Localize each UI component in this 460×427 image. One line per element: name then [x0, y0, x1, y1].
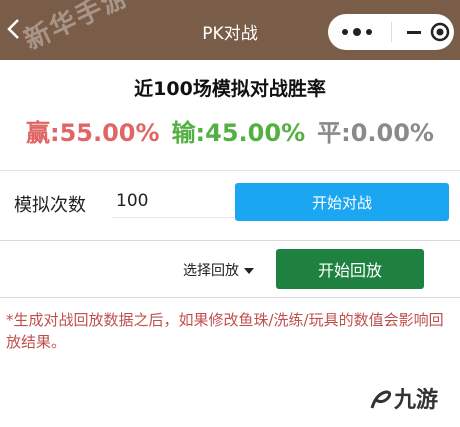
start-battle-button[interactable]: 开始对战 [235, 183, 449, 221]
capsule-divider [391, 22, 392, 42]
logo-swirl-icon [370, 390, 392, 409]
minus-icon[interactable] [406, 24, 422, 40]
win-rate-stats: 赢:55.00% 输:45.00% 平:0.00% [0, 113, 460, 148]
site-logo: 九游 [368, 382, 438, 414]
logo-text: 九游 [394, 388, 439, 413]
start-replay-button[interactable]: 开始回放 [276, 249, 424, 289]
draw-rate: 平:0.00% [317, 119, 434, 147]
nav-header: 新华手游 PK对战 [0, 0, 460, 60]
caret-down-icon [244, 268, 254, 274]
replay-select-label: 选择回放 [183, 263, 239, 279]
simulation-count-input[interactable] [112, 185, 234, 218]
win-rate: 赢:55.00% [26, 119, 160, 147]
more-dots-icon[interactable] [338, 26, 378, 38]
target-icon[interactable] [430, 22, 450, 42]
win-rate-title: 近100场模拟对战胜率 [134, 78, 326, 100]
simulation-count-label: 模拟次数 [14, 195, 86, 216]
replay-select-dropdown[interactable]: 选择回放 [183, 260, 254, 280]
mini-program-capsule [328, 14, 454, 50]
simulation-row: 模拟次数 开始对战 [0, 170, 460, 232]
replay-note: *生成对战回放数据之后，如果修改鱼珠/洗练/玩具的数值会影响回放结果。 [6, 311, 444, 351]
lose-rate: 输:45.00% [171, 119, 306, 147]
replay-row: 选择回放 开始回放 [0, 240, 460, 298]
